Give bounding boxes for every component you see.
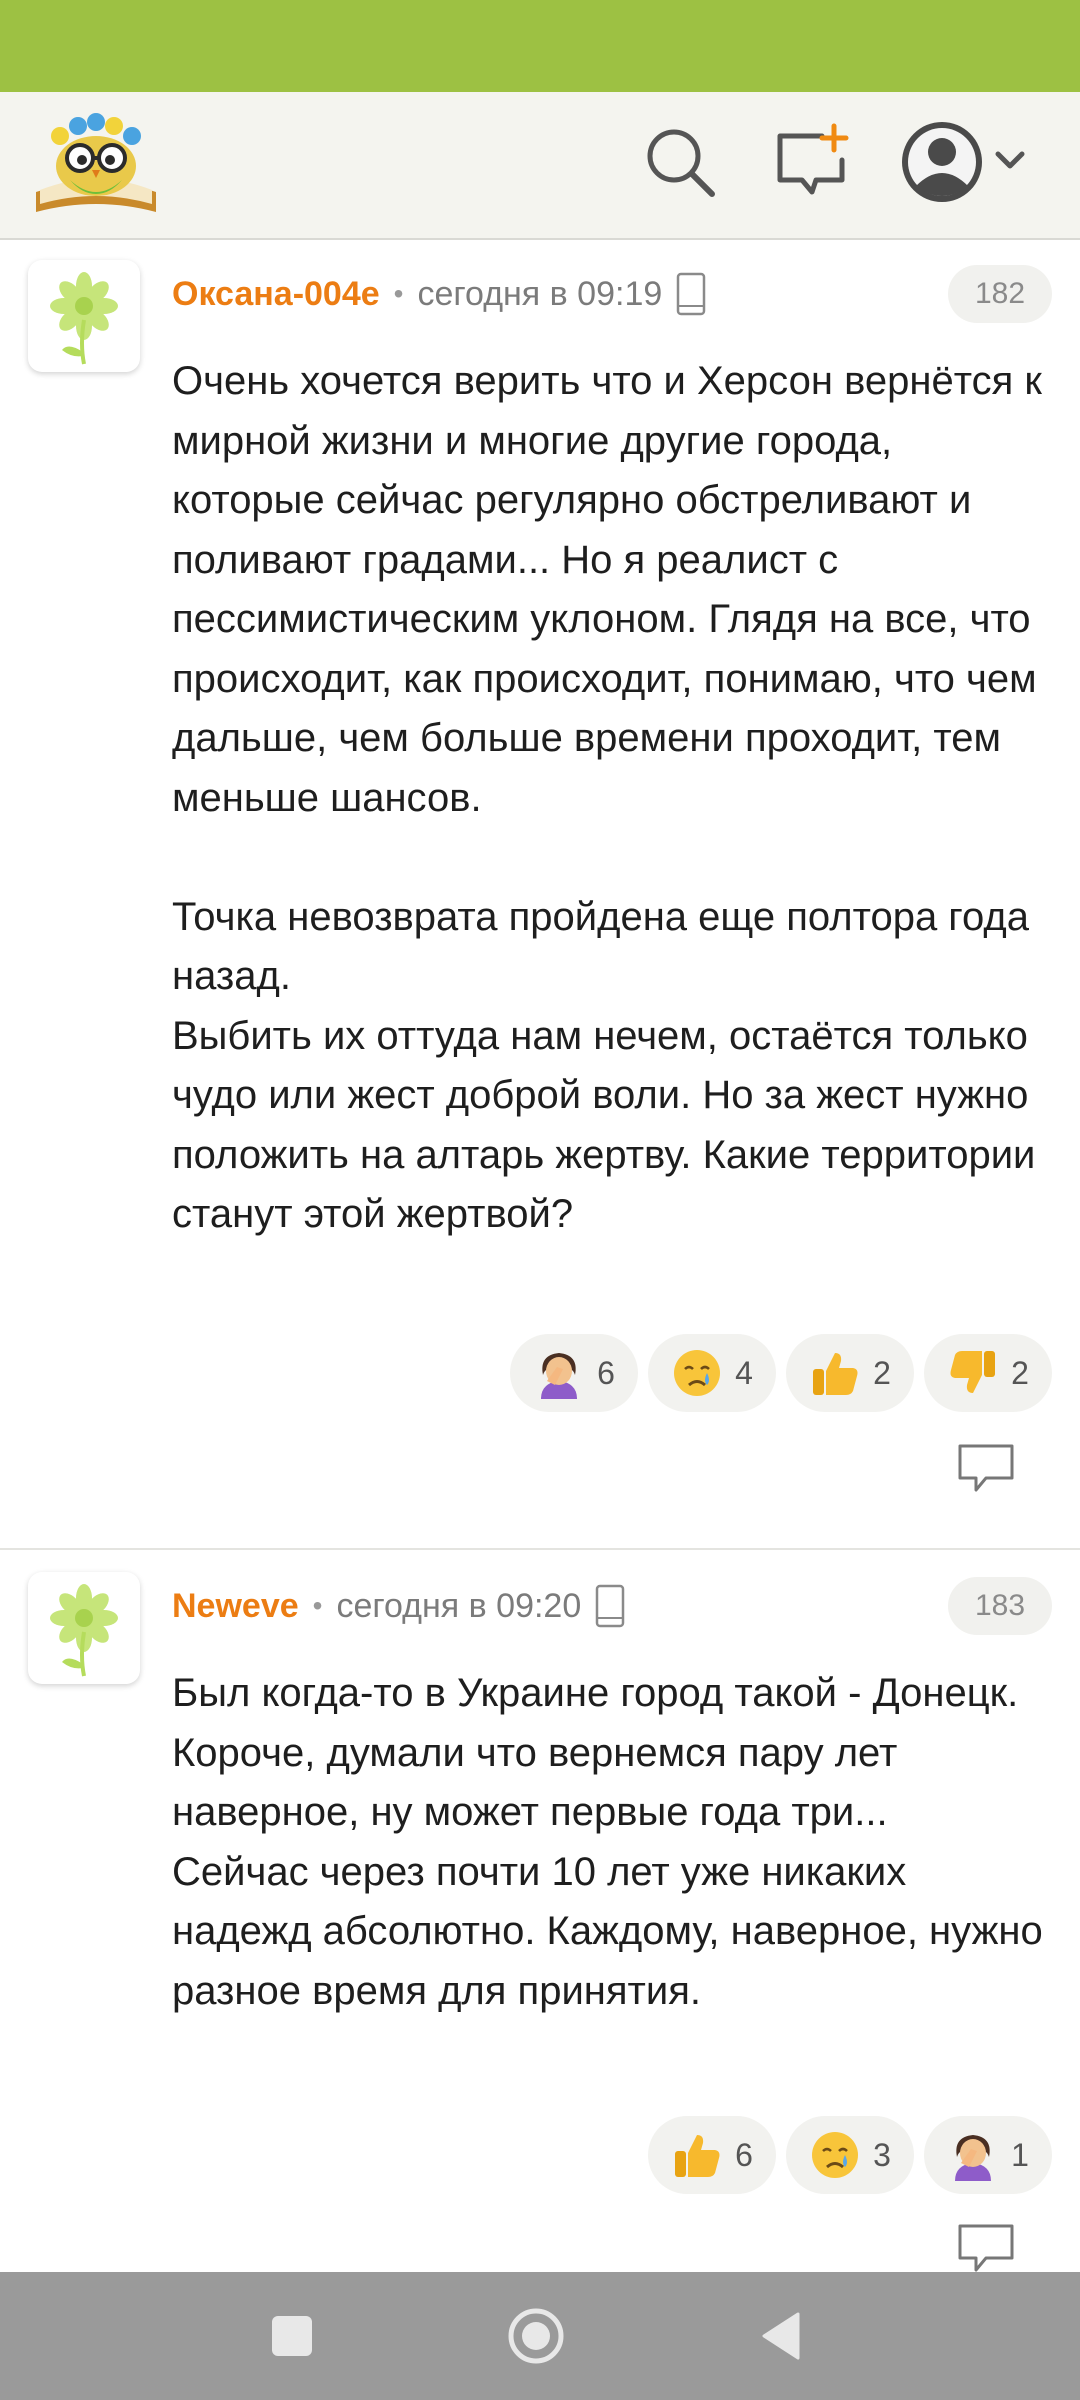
reaction-crying[interactable]: 3 bbox=[786, 2116, 914, 2194]
reaction-facepalm[interactable]: 1 bbox=[924, 2116, 1052, 2194]
status-bar bbox=[0, 0, 1080, 92]
author-name[interactable]: Оксана-004е bbox=[172, 275, 380, 314]
comment: Оксана-004е • сегодня в 09:19 182 Очень … bbox=[0, 240, 1080, 1550]
reaction-count: 6 bbox=[597, 1354, 615, 1391]
separator-dot: • bbox=[393, 278, 404, 309]
flower-avatar-icon[interactable] bbox=[28, 260, 140, 372]
reply-bubble-icon[interactable] bbox=[956, 2222, 1016, 2274]
reaction-count: 1 bbox=[1011, 2136, 1029, 2173]
flower-avatar-icon[interactable] bbox=[28, 1572, 140, 1684]
triangle-back-icon[interactable] bbox=[752, 2306, 812, 2366]
new-message-icon[interactable] bbox=[772, 122, 852, 202]
reaction-thumbs-up[interactable]: 6 bbox=[648, 2116, 776, 2194]
reaction-crying[interactable]: 4 bbox=[648, 1334, 776, 1412]
app-header bbox=[0, 92, 1080, 240]
user-avatar-icon bbox=[902, 122, 1025, 202]
circle-home-icon[interactable] bbox=[506, 2306, 566, 2366]
comment-paragraph: Очень хочется верить что и Херсон вернёт… bbox=[172, 359, 1042, 820]
separator-dot: • bbox=[312, 1590, 323, 1621]
comment-text: Был когда-то в Украине город такой - Дон… bbox=[172, 1664, 1052, 2021]
search-icon[interactable] bbox=[640, 122, 720, 202]
author-name[interactable]: Neweve bbox=[172, 1587, 299, 1626]
crying-face-emoji-icon bbox=[809, 2129, 861, 2181]
comment-paragraph: Сейчас через почти 10 лет уже никаких на… bbox=[172, 1849, 1043, 2013]
comment-divider bbox=[0, 1548, 1080, 1550]
thumbs-down-emoji-icon bbox=[947, 1347, 999, 1399]
owl-book-logo-icon[interactable] bbox=[30, 108, 162, 220]
reply-bubble-icon[interactable] bbox=[956, 1442, 1016, 1494]
comment-paragraph: Точка невозврата пройдена еще полтора го… bbox=[172, 894, 1029, 999]
comment-meta: Оксана-004е • сегодня в 09:19 bbox=[172, 269, 706, 319]
reaction-count: 6 bbox=[735, 2136, 753, 2173]
comment-meta: Neweve • сегодня в 09:20 bbox=[172, 1581, 625, 1631]
comment-time[interactable]: сегодня в 09:20 bbox=[336, 1587, 581, 1626]
reaction-thumbs-down[interactable]: 2 bbox=[924, 1334, 1052, 1412]
reaction-facepalm[interactable]: 6 bbox=[510, 1334, 638, 1412]
crying-face-emoji-icon bbox=[671, 1347, 723, 1399]
reactions-bar: 6 3 1 bbox=[648, 2116, 1052, 2194]
thumbs-up-emoji-icon bbox=[809, 1347, 861, 1399]
comment-paragraph: Выбить их оттуда нам нечем, остаётся тол… bbox=[172, 1013, 1036, 1237]
profile-menu-button[interactable] bbox=[898, 116, 1034, 208]
reaction-count: 2 bbox=[873, 1354, 891, 1391]
reaction-thumbs-up[interactable]: 2 bbox=[786, 1334, 914, 1412]
reaction-count: 2 bbox=[1011, 1354, 1029, 1391]
mobile-phone-icon bbox=[676, 272, 706, 316]
comment-number-badge[interactable]: 183 bbox=[948, 1577, 1052, 1635]
comment-number-badge[interactable]: 182 bbox=[948, 265, 1052, 323]
facepalm-emoji-icon bbox=[533, 1347, 585, 1399]
reaction-count: 4 bbox=[735, 1354, 753, 1391]
system-navigation-bar bbox=[0, 2272, 1080, 2400]
facepalm-emoji-icon bbox=[947, 2129, 999, 2181]
reaction-count: 3 bbox=[873, 2136, 891, 2173]
mobile-phone-icon bbox=[595, 1584, 625, 1628]
comment-paragraph: Был когда-то в Украине город такой - Дон… bbox=[172, 1671, 1019, 1834]
square-recents-icon[interactable] bbox=[262, 2306, 322, 2366]
reactions-bar: 6 4 2 2 bbox=[510, 1334, 1052, 1412]
comment: Neweve • сегодня в 09:20 183 Был когда-т… bbox=[0, 1552, 1080, 2272]
comment-time[interactable]: сегодня в 09:19 bbox=[417, 275, 662, 314]
thumbs-up-emoji-icon bbox=[671, 2129, 723, 2181]
comment-text: Очень хочется верить что и Херсон вернёт… bbox=[172, 352, 1052, 1245]
